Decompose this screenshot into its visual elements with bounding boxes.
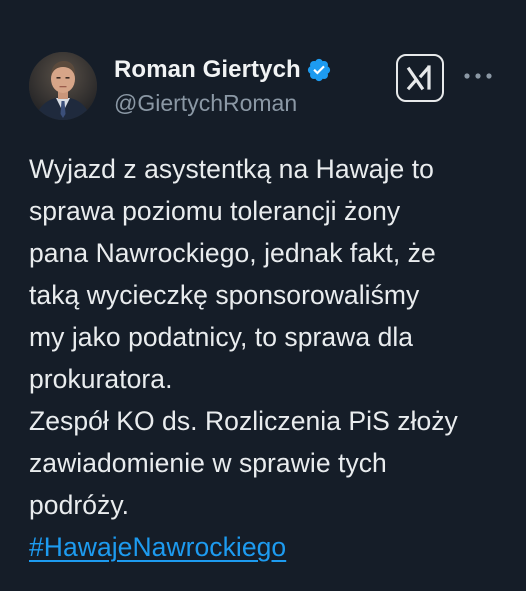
more-options-icon [464,73,492,79]
tweet-text-line: sprawa poziomu tolerancji żony [29,196,401,226]
author-name-row: Roman Giertych [114,55,332,85]
tweet-text: Wyjazd z asystentką na Hawaje to sprawa … [29,148,509,568]
tweet-text-line: Wyjazd z asystentką na Hawaje to [29,154,434,184]
tweet-text-line: podróży. [29,490,130,520]
hashtag-link[interactable]: #HawajeNawrockiego [29,526,286,568]
avatar[interactable] [29,52,97,120]
hashtag-line: #HawajeNawrockiego [29,526,509,568]
grok-xai-icon [406,65,431,91]
profile-photo-icon [29,52,97,120]
verified-badge-icon [306,57,332,83]
grok-xai-button[interactable] [396,54,444,102]
tweet-header: Roman Giertych @GiertychRoman [0,0,526,130]
more-options-button[interactable] [462,64,494,88]
author-display-name[interactable]: Roman Giertych [114,56,301,84]
tweet-text-line: zawiadomienie w sprawie tych [29,448,387,478]
tweet-text-line: pana Nawrockiego, jednak fakt, że [29,238,436,268]
author-handle[interactable]: @GiertychRoman [114,90,297,117]
tweet-text-line: taką wycieczkę sponsorowaliśmy [29,280,420,310]
tweet-text-line: Zespół KO ds. Rozliczenia PiS złoży [29,406,458,436]
tweet-card: Roman Giertych @GiertychRoman Wyjazd z a… [0,0,526,591]
tweet-text-line: my jako podatnicy, to sprawa dla [29,322,414,352]
tweet-text-line: prokuratora. [29,364,173,394]
